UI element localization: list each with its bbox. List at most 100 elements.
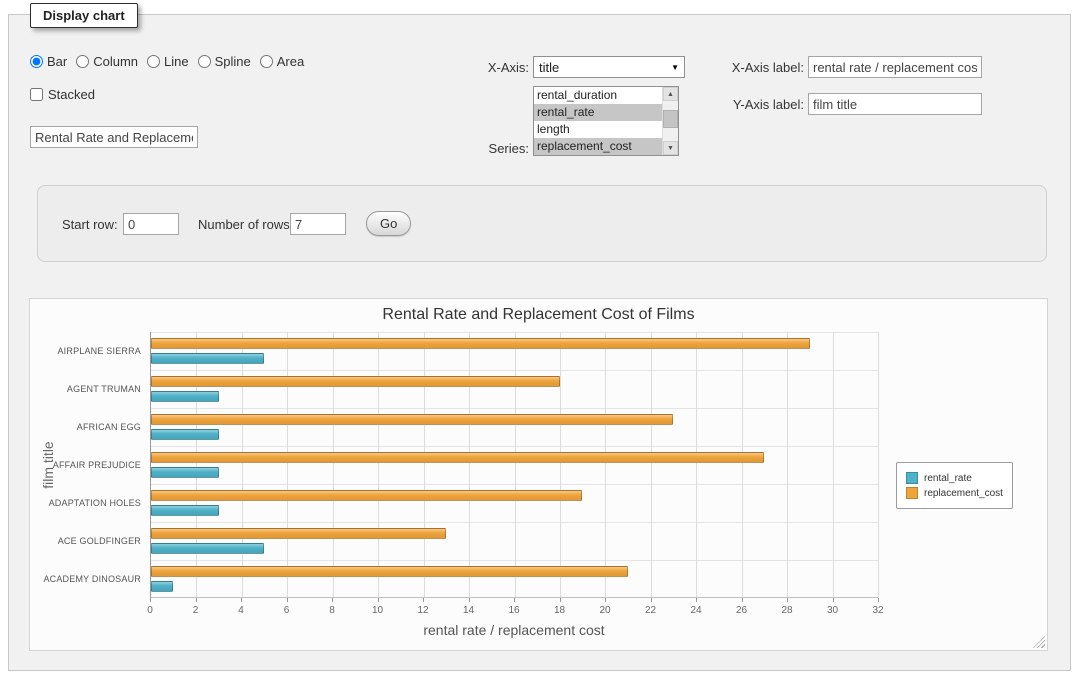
category-label: AGENT TRUMAN — [32, 370, 146, 408]
tick-label: 6 — [272, 605, 302, 616]
x-axis-title: rental rate / replacement cost — [150, 622, 878, 638]
bar-rental_rate[interactable] — [151, 505, 219, 516]
category-label: AFFAIR PREJUDICE — [32, 446, 146, 484]
value-gridline — [424, 332, 425, 597]
bar-replacement_cost[interactable] — [151, 338, 810, 349]
legend-swatch-replacement_cost — [906, 487, 918, 499]
chart-title: Rental Rate and Replacement Cost of Film… — [30, 306, 1047, 324]
legend-label: rental_rate — [924, 473, 972, 484]
tick-label: 14 — [454, 605, 484, 616]
radio-line[interactable]: Line — [147, 54, 189, 69]
tick-mark — [241, 598, 242, 602]
num-rows-input[interactable] — [290, 213, 346, 235]
stacked-option[interactable]: Stacked — [30, 87, 95, 102]
legend-item-replacement_cost[interactable]: replacement_cost — [906, 487, 1003, 499]
bar-rental_rate[interactable] — [151, 391, 219, 402]
bar-rental_rate[interactable] — [151, 581, 173, 592]
tick-mark — [696, 598, 697, 602]
radio-bar-input[interactable] — [30, 55, 43, 68]
chart-panel: Rental Rate and Replacement Cost of Film… — [29, 298, 1048, 651]
tick-label: 26 — [727, 605, 757, 616]
chart-type-radio-group: Bar Column Line Spline Area — [30, 54, 313, 69]
value-gridline — [833, 332, 834, 597]
y-axis-label-caption: Y-Axis label: — [649, 97, 804, 112]
fieldset-legend: Display chart — [30, 3, 138, 28]
value-gridline — [515, 332, 516, 597]
bar-replacement_cost[interactable] — [151, 566, 628, 577]
go-button[interactable]: Go — [366, 211, 411, 236]
tick-mark — [469, 598, 470, 602]
value-gridline — [651, 332, 652, 597]
tick-label: 12 — [408, 605, 438, 616]
bar-replacement_cost[interactable] — [151, 490, 582, 501]
value-gridline — [696, 332, 697, 597]
bar-rental_rate[interactable] — [151, 353, 264, 364]
display-chart-fieldset: Display chart Bar Column Line Spline Are… — [8, 14, 1071, 671]
y-axis-label-input[interactable] — [808, 93, 982, 115]
tick-label: 16 — [499, 605, 529, 616]
tick-label: 8 — [317, 605, 347, 616]
tick-label: 0 — [135, 605, 165, 616]
value-gridline — [787, 332, 788, 597]
bar-rental_rate[interactable] — [151, 429, 219, 440]
tick-mark — [833, 598, 834, 602]
category-axis: AIRPLANE SIERRAAGENT TRUMANAFRICAN EGGAF… — [32, 332, 146, 598]
bar-replacement_cost[interactable] — [151, 452, 764, 463]
radio-line-input[interactable] — [147, 55, 160, 68]
value-gridline — [196, 332, 197, 597]
radio-spline-input[interactable] — [198, 55, 211, 68]
bar-replacement_cost[interactable] — [151, 414, 673, 425]
series-option-rental-duration[interactable]: rental_duration — [534, 87, 662, 104]
radio-column[interactable]: Column — [76, 54, 138, 69]
tick-mark — [150, 598, 151, 602]
bar-rental_rate[interactable] — [151, 467, 219, 478]
tick-mark — [605, 598, 606, 602]
radio-spline[interactable]: Spline — [198, 54, 251, 69]
scroll-down-icon[interactable]: ▼ — [663, 141, 678, 155]
value-gridline — [742, 332, 743, 597]
tick-label: 10 — [363, 605, 393, 616]
x-axis-caption: X-Axis: — [439, 60, 529, 75]
radio-column-input[interactable] — [76, 55, 89, 68]
x-axis-label-caption: X-Axis label: — [649, 60, 804, 75]
tick-mark — [514, 598, 515, 602]
value-gridline — [378, 332, 379, 597]
radio-bar-label: Bar — [47, 54, 67, 69]
value-gridline — [242, 332, 243, 597]
chart-title-input[interactable] — [30, 126, 198, 148]
value-gridline — [333, 332, 334, 597]
value-gridline — [469, 332, 470, 597]
tick-mark — [560, 598, 561, 602]
series-option-replacement-cost[interactable]: replacement_cost — [534, 138, 662, 155]
legend-item-rental_rate[interactable]: rental_rate — [906, 472, 1003, 484]
radio-column-label: Column — [93, 54, 138, 69]
series-option-rental-rate[interactable]: rental_rate — [534, 104, 662, 121]
tick-label: 22 — [636, 605, 666, 616]
num-rows-caption: Number of rows: — [198, 217, 293, 232]
tick-mark — [787, 598, 788, 602]
stacked-checkbox[interactable] — [30, 88, 43, 101]
scrollbar-thumb[interactable] — [663, 110, 678, 128]
category-label: AFRICAN EGG — [32, 408, 146, 446]
start-row-input[interactable] — [123, 213, 179, 235]
resize-handle-icon[interactable] — [1033, 636, 1045, 648]
bar-replacement_cost[interactable] — [151, 376, 560, 387]
value-gridline — [560, 332, 561, 597]
radio-bar[interactable]: Bar — [30, 54, 67, 69]
legend-label: replacement_cost — [924, 488, 1003, 499]
series-option-list: rental_duration rental_rate length repla… — [534, 87, 662, 155]
bar-replacement_cost[interactable] — [151, 528, 446, 539]
x-axis-label-input[interactable] — [808, 56, 982, 78]
series-caption: Series: — [439, 141, 529, 156]
value-gridline — [878, 332, 879, 597]
tick-label: 24 — [681, 605, 711, 616]
value-gridline — [287, 332, 288, 597]
series-option-length[interactable]: length — [534, 121, 662, 138]
stacked-label: Stacked — [48, 87, 95, 102]
tick-mark — [287, 598, 288, 602]
radio-area[interactable]: Area — [260, 54, 304, 69]
radio-area-input[interactable] — [260, 55, 273, 68]
tick-label: 32 — [863, 605, 893, 616]
bar-rental_rate[interactable] — [151, 543, 264, 554]
tick-label: 20 — [590, 605, 620, 616]
